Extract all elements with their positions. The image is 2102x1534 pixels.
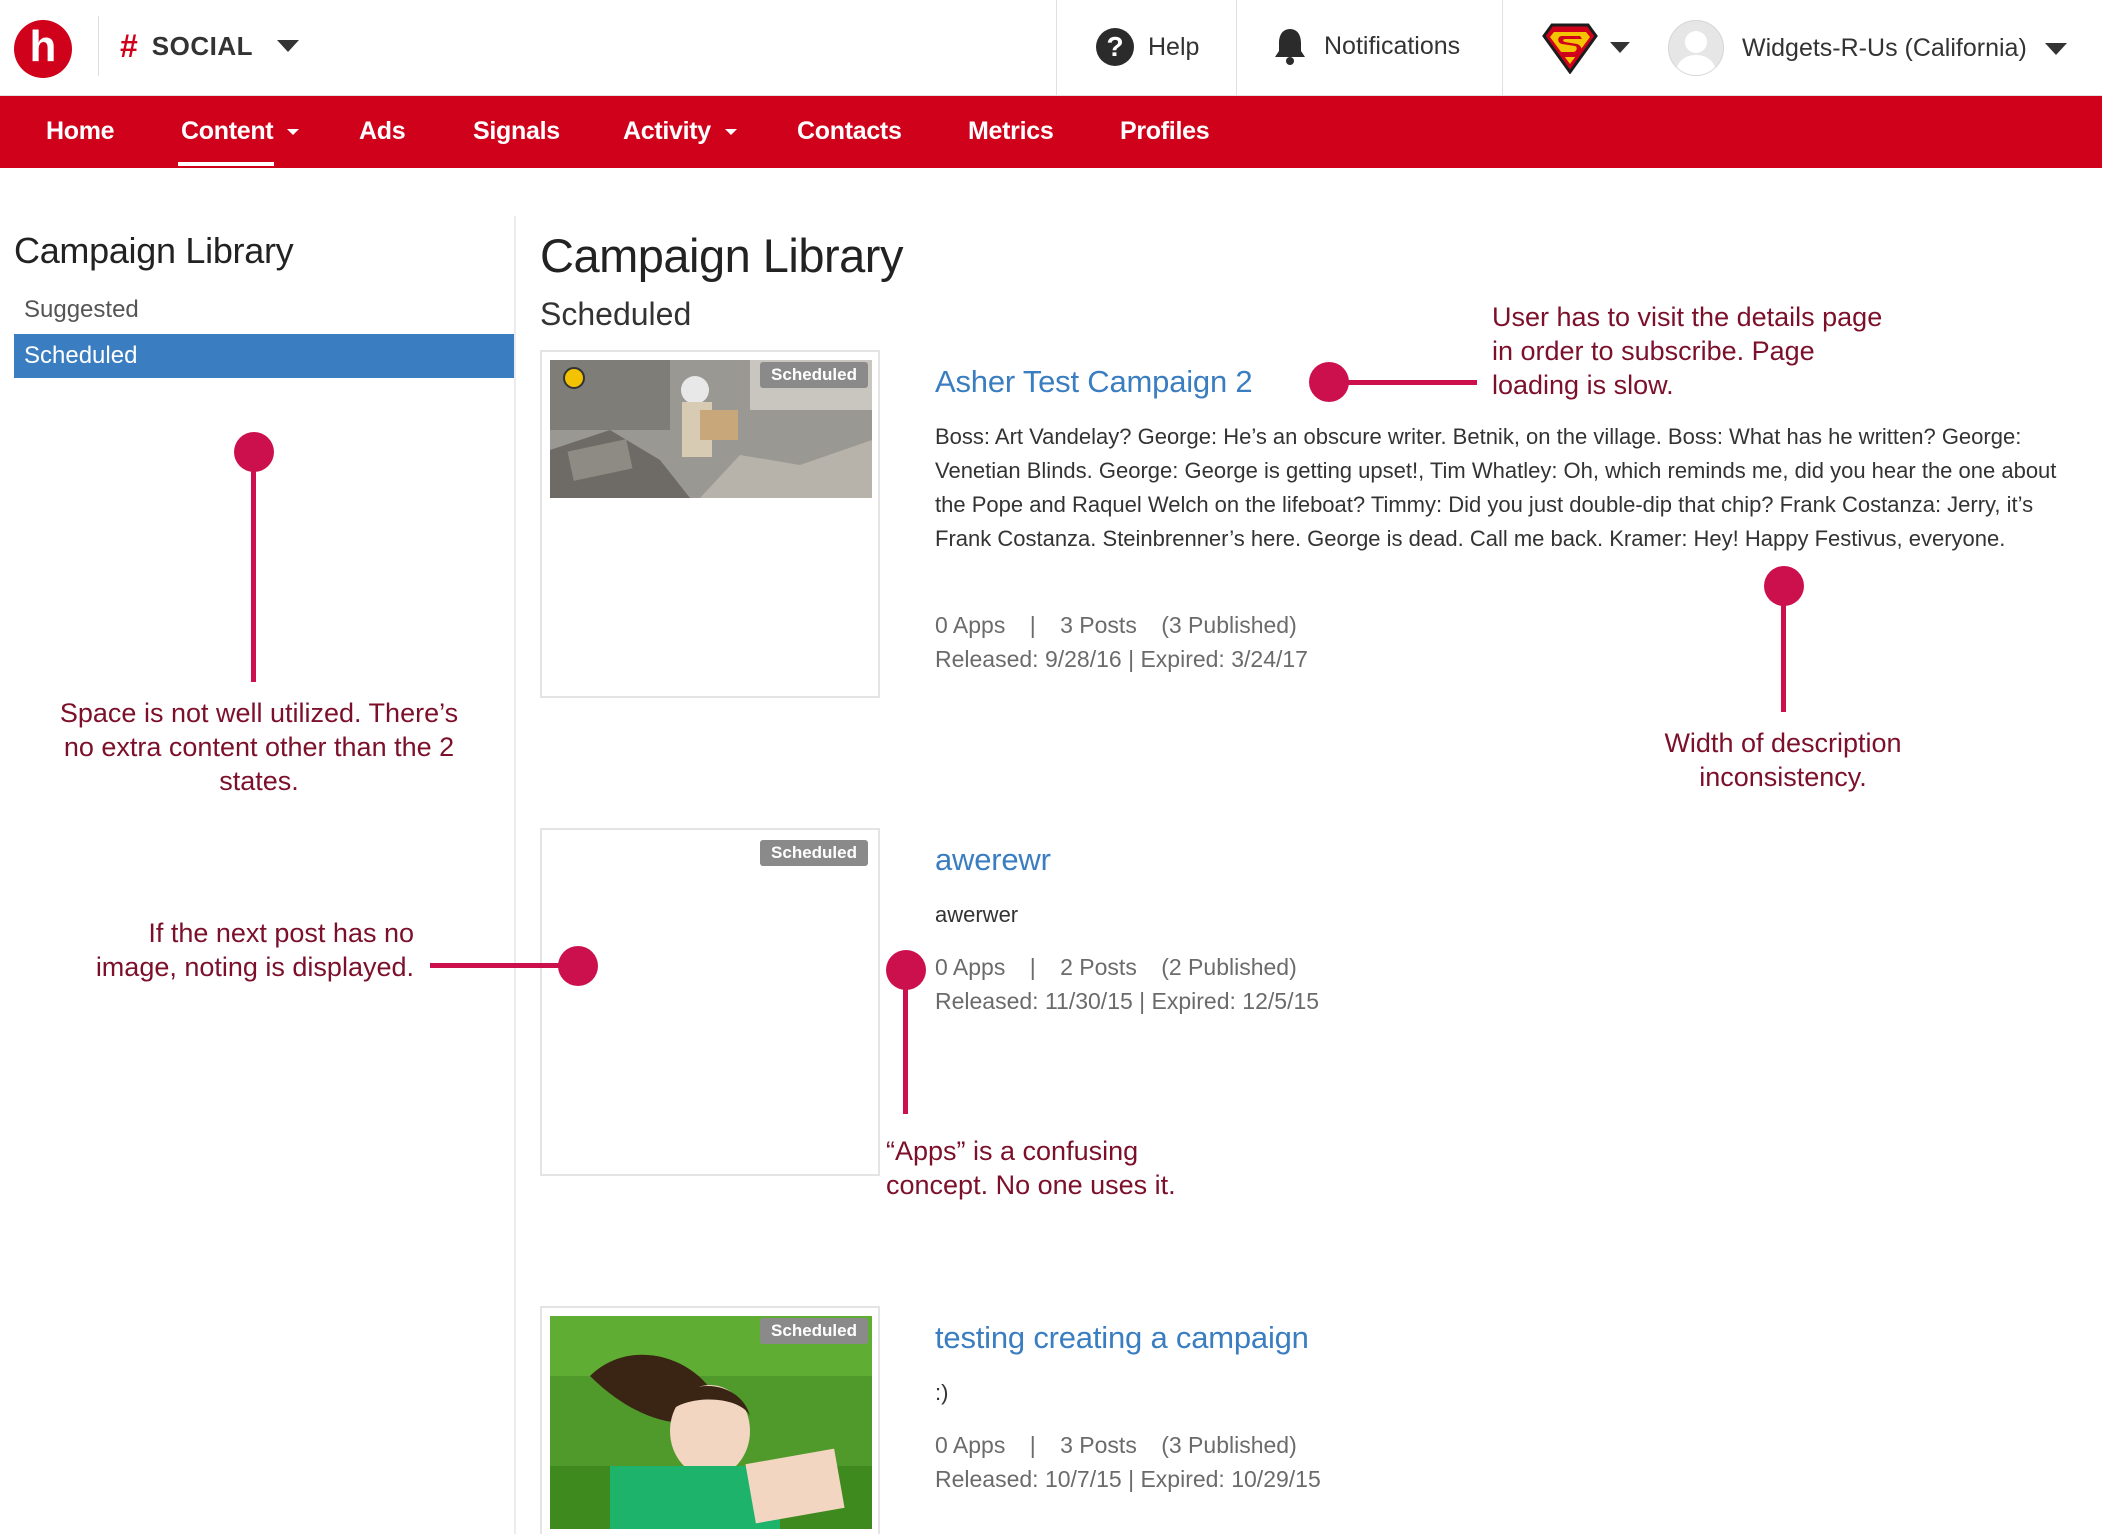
campaign-dates: Released: 9/28/16 | Expired: 3/24/17 <box>935 646 1308 672</box>
topbar-separator <box>1056 0 1057 95</box>
nav-signals[interactable]: Signals <box>473 96 560 168</box>
page-title: Campaign Library <box>540 229 903 282</box>
campaign-stats: 0 Apps | 3 Posts (3 Published) <box>935 1428 1297 1462</box>
notifications-button[interactable]: Notifications <box>1272 26 1460 66</box>
annotation-connector <box>1781 600 1786 712</box>
nav-profiles[interactable]: Profiles <box>1120 96 1210 168</box>
posts-count: 3 Posts <box>1060 1432 1137 1458</box>
campaign-dates: Released: 10/7/15 | Expired: 10/29/15 <box>935 1466 1321 1492</box>
nav-metrics[interactable]: Metrics <box>968 96 1054 168</box>
posts-count: 2 Posts <box>1060 954 1137 980</box>
campaign-title-link[interactable]: awerewr <box>935 842 1051 878</box>
hash-icon: # <box>120 27 138 64</box>
chevron-down-icon <box>724 129 737 136</box>
annotation-subscribe: User has to visit the details page in or… <box>1492 302 1883 400</box>
campaign-description: :) <box>935 1380 949 1405</box>
campaign-card-thumbnail[interactable]: Scheduled <box>540 828 880 1176</box>
brand-divider <box>98 16 99 76</box>
annotation-space: Space is not well utilized. There’s no e… <box>59 698 459 796</box>
help-button[interactable]: ? Help <box>1096 28 1199 66</box>
apps-count: 0 Apps <box>935 1432 1006 1458</box>
avatar[interactable] <box>1668 20 1724 76</box>
published-count: (3 Published) <box>1161 612 1297 638</box>
nav-home[interactable]: Home <box>46 96 115 168</box>
campaign-card-thumbnail[interactable]: Scheduled <box>540 350 880 698</box>
chevron-down-icon[interactable] <box>1610 42 1630 53</box>
nav-activity[interactable]: Activity <box>623 96 737 168</box>
published-count: (3 Published) <box>1161 1432 1297 1458</box>
sidebar-title: Campaign Library <box>14 230 294 271</box>
annotation-connector <box>430 963 566 968</box>
annotation-connector <box>1340 380 1477 385</box>
campaign-card-thumbnail[interactable]: Scheduled <box>540 1306 880 1534</box>
status-badge: Scheduled <box>760 362 868 388</box>
annotation-connector <box>251 466 256 682</box>
published-count: (2 Published) <box>1161 954 1297 980</box>
bell-icon <box>1275 29 1305 65</box>
nav-contacts[interactable]: Contacts <box>797 96 902 168</box>
campaign-title-link[interactable]: Asher Test Campaign 2 <box>935 364 1253 400</box>
status-badge: Scheduled <box>760 1318 868 1344</box>
campaign-description: awerwer <box>935 902 1019 927</box>
sidebar-item-scheduled[interactable]: Scheduled <box>14 334 514 378</box>
notifications-label: Notifications <box>1324 31 1461 60</box>
org-switcher[interactable]: Widgets-R-Us (California) <box>1742 34 2067 63</box>
superman-brand-icon[interactable] <box>1542 22 1598 74</box>
woman-on-grass-photo-image <box>550 1316 872 1529</box>
main-nav: Home Content Ads Signals Activity Contac… <box>0 96 2102 168</box>
annotation-connector <box>903 984 908 1114</box>
campaign-description: Boss: Art Vandelay? George: He’s an obsc… <box>935 424 2057 551</box>
product-switcher[interactable]: # SOCIAL <box>120 26 300 66</box>
org-name: Widgets-R-Us (California) <box>1742 34 2027 62</box>
status-badge: Scheduled <box>760 840 868 866</box>
sidebar-item-suggested[interactable]: Suggested <box>14 290 514 330</box>
stats-separator: | <box>1029 954 1036 980</box>
apps-count: 0 Apps <box>935 612 1006 638</box>
topbar-separator <box>1502 0 1503 95</box>
nav-ads[interactable]: Ads <box>359 96 406 168</box>
annotation-apps: “Apps” is a confusing concept. No one us… <box>886 1136 1176 1200</box>
help-icon: ? <box>1096 28 1134 66</box>
section-title: Scheduled <box>540 296 692 332</box>
product-name: SOCIAL <box>151 30 254 61</box>
hootsuite-logo[interactable]: h <box>14 20 72 78</box>
campaign-image <box>550 1316 872 1529</box>
active-tab-indicator <box>178 162 274 166</box>
apps-count: 0 Apps <box>935 954 1006 980</box>
campaign-dates: Released: 11/30/15 | Expired: 12/5/15 <box>935 988 1320 1014</box>
sidebar-divider <box>514 216 516 1534</box>
nav-content[interactable]: Content <box>181 96 300 168</box>
campaign-stats: 0 Apps | 2 Posts (2 Published) <box>935 950 1297 984</box>
posts-count: 3 Posts <box>1060 612 1137 638</box>
campaign-title-link[interactable]: testing creating a campaign <box>935 1320 1309 1356</box>
chevron-down-icon <box>287 129 300 136</box>
campaign-stats: 0 Apps | 3 Posts (3 Published) <box>935 608 1297 642</box>
user-silhouette-icon <box>1675 31 1717 75</box>
chevron-down-icon <box>2044 42 2067 55</box>
stats-separator: | <box>1029 612 1036 638</box>
chevron-down-icon <box>277 40 300 52</box>
help-label: Help <box>1148 32 1200 61</box>
stats-separator: | <box>1029 1432 1036 1458</box>
topbar-separator <box>1236 0 1237 95</box>
annotation-no-image: If the next post has no image, noting is… <box>95 918 414 982</box>
annotation-width: Width of description inconsistency. <box>1664 728 1902 792</box>
